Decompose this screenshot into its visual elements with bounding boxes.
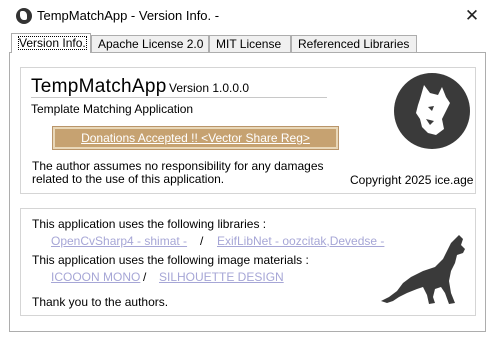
tab-referenced-libraries[interactable]: Referenced Libraries xyxy=(291,35,417,52)
tab-mit-license[interactable]: MIT License xyxy=(209,35,291,52)
app-name: TempMatchApp xyxy=(31,76,167,97)
tab-apache-license[interactable]: Apache License 2.0 xyxy=(91,35,209,52)
wolf-silhouette-icon xyxy=(381,235,465,304)
title-divider xyxy=(31,97,327,98)
window-title: TempMatchApp - Version Info. - xyxy=(37,8,220,23)
close-button[interactable]: ✕ xyxy=(458,3,486,29)
disclaimer-text: The author assumes no responsibility for… xyxy=(32,159,324,186)
separator: / xyxy=(143,270,147,284)
app-logo-icon xyxy=(16,8,32,24)
thanks-text: Thank you to the authors. xyxy=(32,295,169,309)
materials-intro: This application uses the following imag… xyxy=(32,253,309,267)
donate-button[interactable]: Donations Accepted !! <Vector Share Reg> xyxy=(52,126,339,150)
copyright-text: Copyright 2025 ice.age xyxy=(350,173,474,187)
libraries-intro: This application uses the following libr… xyxy=(32,217,267,231)
tab-label: MIT License xyxy=(216,37,282,51)
separator: / xyxy=(200,234,204,248)
tab-label: Referenced Libraries xyxy=(298,37,410,51)
tab-label: Apache License 2.0 xyxy=(98,37,204,51)
app-version: Version 1.0.0.0 xyxy=(169,81,250,95)
app-description: Template Matching Application xyxy=(31,102,194,116)
material-link-silhouette-design[interactable]: SILHOUETTE DESIGN xyxy=(159,270,284,284)
tab-label: Version Info. xyxy=(18,36,87,50)
tab-version-info[interactable]: Version Info. xyxy=(11,33,91,53)
title-bar: TempMatchApp - Version Info. - ✕ xyxy=(0,0,495,32)
library-link-opencvsharp[interactable]: OpenCvSharp4 - shimat - xyxy=(51,234,187,248)
dog-face-logo-icon xyxy=(394,73,470,149)
material-link-icooon-mono[interactable]: ICOOON MONO xyxy=(51,270,140,284)
library-link-exiflibnet[interactable]: ExifLibNet - oozcitak,Devedse - xyxy=(217,234,384,248)
